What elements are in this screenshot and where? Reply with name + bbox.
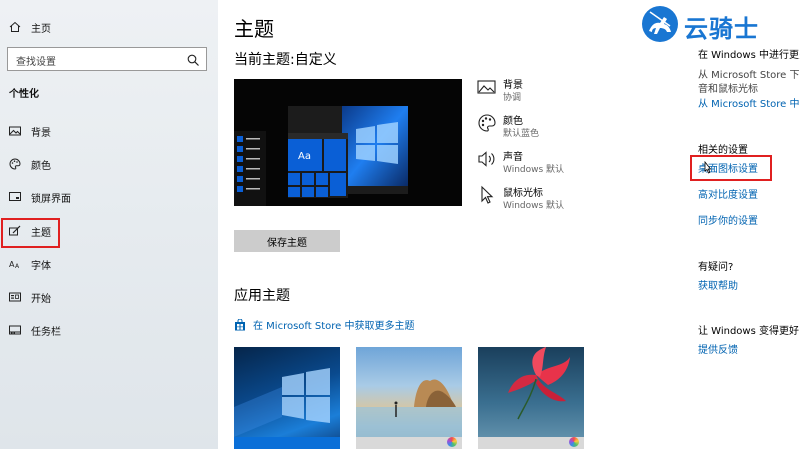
picture-icon [477, 77, 497, 97]
store-promo-desc-1: 从 Microsoft Store 下载 [698, 70, 800, 81]
store-promo-desc-2: 音和鼠标光标 [698, 84, 758, 95]
theme-thumbnail-flower[interactable] [478, 347, 584, 449]
property-value: 协调 [503, 93, 522, 103]
store-themes-link[interactable]: 在 Microsoft Store 中获取更多主题 [234, 317, 414, 332]
apply-themes-heading: 应用主题 [234, 288, 290, 304]
home-icon [8, 20, 22, 34]
start-icon [8, 290, 22, 304]
improve-windows-heading: 让 Windows 变得更好 [698, 326, 799, 337]
speaker-icon [477, 149, 497, 169]
sidebar-item-label: 背景 [31, 127, 51, 139]
theme-accent-bar [356, 437, 462, 449]
color-wheel-icon [447, 437, 457, 447]
sidebar-item-taskbar[interactable]: 任务栏 [0, 316, 218, 344]
color-wheel-icon [569, 437, 579, 447]
page-title: 主题 [234, 17, 274, 41]
theme-preview: Aa [234, 79, 462, 206]
picture-icon [8, 124, 22, 138]
property-name: 声音 [503, 152, 523, 163]
sidebar-item-colors[interactable]: 颜色 [0, 150, 218, 178]
sidebar: 主页 查找设置 个性化 背景 颜色 锁屏界面 主题 AA 字体 开始 任务栏 [0, 0, 218, 449]
store-promo-heading: 在 Windows 中进行更多 [698, 50, 800, 61]
sidebar-item-fonts[interactable]: AA 字体 [0, 250, 218, 278]
theme-property-color[interactable]: 颜色 默认蓝色 [477, 112, 617, 144]
theme-property-mouse-cursor[interactable]: 鼠标光标 Windows 默认 [477, 184, 617, 216]
search-input[interactable]: 查找设置 [7, 47, 207, 71]
property-value: 默认蓝色 [503, 129, 540, 139]
question-heading: 有疑问? [698, 262, 734, 273]
theme-accent-bar [478, 437, 584, 449]
theme-thumbnail-beach[interactable] [356, 347, 462, 449]
theme-accent-bar [234, 437, 340, 449]
search-placeholder: 查找设置 [16, 57, 56, 68]
property-value: Windows 默认 [503, 201, 565, 211]
current-theme-label: 当前主题:自定义 [234, 52, 337, 68]
sidebar-item-label: 字体 [31, 260, 51, 272]
sync-settings-link[interactable]: 同步你的设置 [698, 212, 758, 227]
theme-property-background[interactable]: 背景 协调 [477, 76, 617, 108]
sidebar-item-label: 主页 [31, 23, 51, 35]
related-settings-heading: 相关的设置 [698, 145, 748, 156]
preview-sample-text: Aa [298, 151, 311, 162]
palette-icon [477, 113, 497, 133]
sidebar-item-label: 颜色 [31, 160, 51, 172]
property-name: 鼠标光标 [503, 188, 543, 199]
themes-highlight-box [1, 218, 60, 248]
watermark-text: 云骑士 [684, 14, 759, 43]
sidebar-item-label: 锁屏界面 [31, 193, 71, 205]
theme-thumbnail-windows[interactable] [234, 347, 340, 449]
save-theme-button[interactable]: 保存主题 [234, 230, 340, 252]
knight-logo-icon [640, 4, 680, 48]
get-help-link[interactable]: 获取帮助 [698, 277, 738, 292]
property-value: Windows 默认 [503, 165, 565, 175]
feedback-link[interactable]: 提供反馈 [698, 341, 738, 356]
sidebar-item-home[interactable]: 主页 [0, 13, 218, 41]
theme-property-sound[interactable]: 声音 Windows 默认 [477, 148, 617, 180]
high-contrast-link[interactable]: 高对比度设置 [698, 186, 758, 201]
lock-screen-icon [8, 190, 22, 204]
palette-icon [8, 157, 22, 171]
store-link-label: 在 Microsoft Store 中获取更多主题 [253, 321, 415, 332]
section-title: 个性化 [9, 89, 39, 100]
svg-text:A: A [15, 263, 20, 270]
sidebar-item-label: 任务栏 [31, 326, 61, 338]
mouse-pointer-icon [702, 160, 712, 181]
taskbar-icon [8, 323, 22, 337]
font-icon: AA [8, 257, 22, 271]
store-promo-link[interactable]: 从 Microsoft Store 中获取 [698, 95, 800, 110]
watermark-logo: 云骑士 [640, 5, 788, 47]
search-icon[interactable] [187, 52, 200, 71]
store-bag-icon [234, 318, 246, 331]
property-name: 颜色 [503, 116, 523, 127]
property-name: 背景 [503, 80, 523, 91]
sidebar-item-start[interactable]: 开始 [0, 283, 218, 311]
sidebar-item-label: 开始 [31, 293, 51, 305]
sidebar-item-background[interactable]: 背景 [0, 117, 218, 145]
cursor-icon [477, 185, 497, 205]
sidebar-item-lock-screen[interactable]: 锁屏界面 [0, 183, 218, 211]
